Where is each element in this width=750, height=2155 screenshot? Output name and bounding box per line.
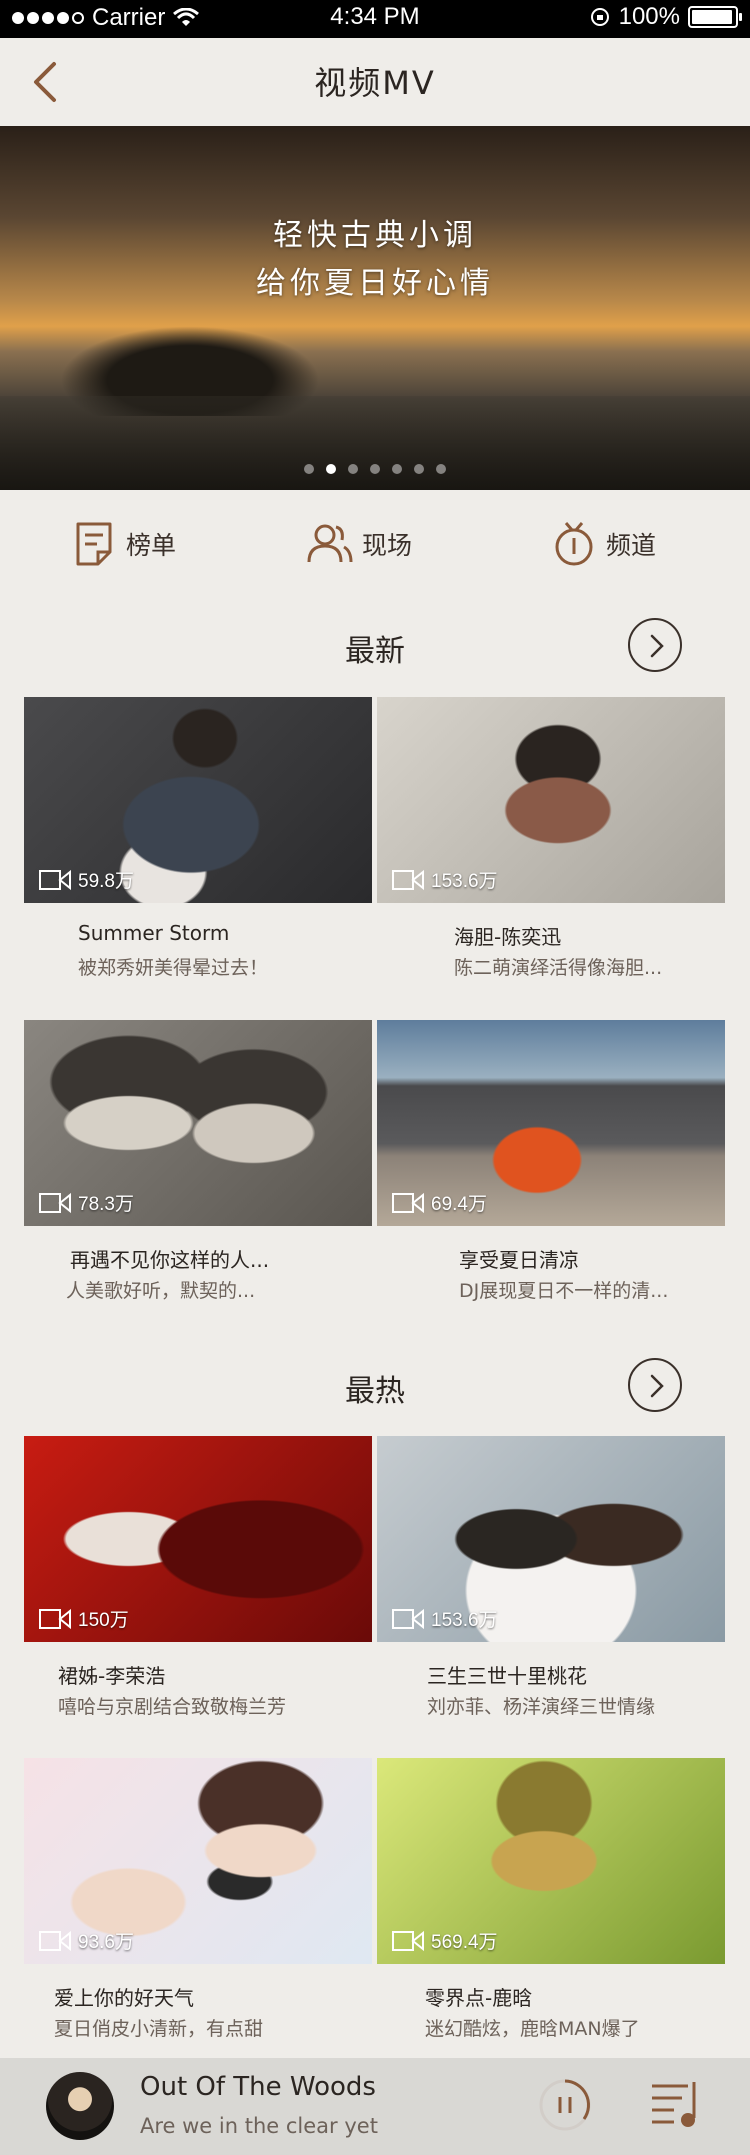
view-count: 153.6万 (391, 1605, 498, 1632)
video-camera-icon (392, 1192, 424, 1213)
now-playing-title: Out Of The Woods (140, 2072, 376, 2102)
carousel-dot[interactable] (348, 464, 358, 474)
view-count-label: 150万 (78, 1610, 129, 1631)
section-hottest-header: 最热 (0, 1354, 750, 1424)
category-live[interactable]: 现场 (306, 520, 412, 568)
video-title: 零界点-鹿晗 (425, 1986, 533, 2010)
chart-list-icon (76, 522, 112, 566)
view-count-label: 93.6万 (78, 1932, 134, 1953)
battery-label: 100% (618, 3, 680, 30)
video-thumbnail: 78.3万 (24, 1020, 372, 1226)
view-count: 93.6万 (38, 1927, 134, 1954)
video-title: 爱上你的好天气 (54, 1986, 194, 2010)
video-thumbnail: 59.8万 (24, 697, 372, 903)
video-card[interactable]: 153.6万 海胆-陈奕迅 陈二萌演绎活得像海胆... (377, 697, 725, 979)
battery-icon (688, 6, 742, 28)
mini-player[interactable]: Out Of The Woods Are we in the clear yet (0, 2058, 750, 2155)
carousel-dot[interactable] (436, 464, 446, 474)
carousel-dot[interactable] (392, 464, 402, 474)
banner-caption: 轻快古典小调 给你夏日好心情 (0, 212, 750, 308)
status-bar: Carrier 4:34 PM 100% (0, 0, 750, 38)
category-live-label: 现场 (362, 531, 413, 560)
people-icon (307, 524, 353, 563)
playlist-button[interactable] (648, 2078, 706, 2132)
video-camera-icon (392, 869, 424, 890)
carousel-dot[interactable] (370, 464, 380, 474)
video-title: 裙姊-李荣浩 (58, 1664, 166, 1688)
view-count: 69.4万 (391, 1189, 487, 1216)
video-subtitle: 夏日俏皮小清新，有点甜 (54, 2018, 264, 2040)
video-card[interactable]: 153.6万 三生三世十里桃花 刘亦菲、杨洋演绎三世情缘 (377, 1436, 725, 1718)
pause-button[interactable] (538, 2078, 592, 2132)
video-title: Summer Storm (78, 921, 230, 945)
status-bar-right: 100% (589, 3, 742, 31)
video-camera-icon (39, 1930, 71, 1951)
view-count: 569.4万 (391, 1927, 498, 1954)
category-channel[interactable]: 频道 (550, 520, 656, 568)
category-nav: 榜单 现场 频道 (0, 490, 750, 600)
video-card[interactable]: 78.3万 再遇不见你这样的人... 人美歌好听，默契的... (24, 1020, 372, 1302)
view-count-label: 569.4万 (431, 1932, 498, 1953)
view-count-label: 69.4万 (431, 1194, 487, 1215)
video-thumbnail: 69.4万 (377, 1020, 725, 1226)
view-count: 150万 (38, 1605, 129, 1632)
carousel-indicator (0, 459, 750, 478)
carousel-dot[interactable] (326, 464, 336, 474)
view-count: 59.8万 (38, 866, 134, 893)
video-subtitle: 嘻哈与京剧结合致敬梅兰芳 (58, 1696, 287, 1718)
video-camera-icon (392, 1930, 424, 1951)
video-camera-icon (39, 1192, 71, 1213)
video-title: 享受夏日清凉 (459, 1248, 579, 1272)
view-count: 78.3万 (38, 1189, 134, 1216)
video-thumbnail: 93.6万 (24, 1758, 372, 1964)
video-camera-icon (392, 1608, 424, 1629)
video-subtitle: 人美歌好听，默契的... (66, 1280, 256, 1302)
view-count-label: 153.6万 (431, 1610, 498, 1631)
playlist-icon (652, 2082, 696, 2127)
section-latest-header: 最新 (0, 614, 750, 684)
video-thumbnail: 153.6万 (377, 697, 725, 903)
category-ranking[interactable]: 榜单 (70, 520, 176, 568)
video-thumbnail: 150万 (24, 1436, 372, 1642)
banner-line-1: 轻快古典小调 (273, 218, 477, 253)
video-thumbnail: 153.6万 (377, 1436, 725, 1642)
video-subtitle: 陈二萌演绎活得像海胆... (454, 957, 663, 979)
video-subtitle: DJ展现夏日不一样的清... (459, 1280, 669, 1302)
album-cover[interactable] (46, 2072, 114, 2140)
chevron-right-icon (650, 1374, 664, 1398)
video-subtitle: 被郑秀妍美得晕过去！ (78, 957, 269, 979)
latest-more-button[interactable] (628, 618, 682, 672)
video-thumbnail: 569.4万 (377, 1758, 725, 1964)
carousel-dot[interactable] (304, 464, 314, 474)
tv-channel-icon (555, 522, 593, 566)
page-title: 视频MV (314, 64, 436, 102)
video-title: 再遇不见你这样的人... (70, 1248, 270, 1272)
video-title: 海胆-陈奕迅 (454, 925, 562, 949)
view-count-label: 59.8万 (78, 871, 134, 892)
video-card[interactable]: 93.6万 爱上你的好天气 夏日俏皮小清新，有点甜 (24, 1758, 372, 2040)
now-playing-subtitle: Are we in the clear yet (140, 2114, 378, 2138)
video-camera-icon (39, 869, 71, 890)
video-card[interactable]: 569.4万 零界点-鹿晗 迷幻酷炫，鹿晗MAN爆了 (377, 1758, 725, 2040)
view-count: 153.6万 (391, 866, 498, 893)
video-subtitle: 迷幻酷炫，鹿晗MAN爆了 (425, 2018, 640, 2040)
category-ranking-label: 榜单 (126, 531, 177, 560)
view-count-label: 78.3万 (78, 1194, 134, 1215)
video-card[interactable]: 150万 裙姊-李荣浩 嘻哈与京剧结合致敬梅兰芳 (24, 1436, 372, 1718)
video-camera-icon (39, 1608, 71, 1629)
rotation-lock-icon (590, 8, 609, 26)
chevron-right-icon (650, 634, 664, 658)
view-count-label: 153.6万 (431, 871, 498, 892)
video-title: 三生三世十里桃花 (427, 1664, 587, 1688)
category-channel-label: 频道 (606, 531, 657, 560)
nav-bar: 视频MV (0, 38, 750, 126)
hottest-more-button[interactable] (628, 1358, 682, 1412)
video-subtitle: 刘亦菲、杨洋演绎三世情缘 (427, 1696, 656, 1718)
banner-line-2: 给你夏日好心情 (256, 266, 494, 301)
carousel-dot[interactable] (414, 464, 424, 474)
video-card[interactable]: 69.4万 享受夏日清凉 DJ展现夏日不一样的清... (377, 1020, 725, 1302)
video-card[interactable]: 59.8万 Summer Storm 被郑秀妍美得晕过去！ (24, 697, 372, 979)
banner-carousel[interactable]: 轻快古典小调 给你夏日好心情 (0, 126, 750, 490)
pause-icon (539, 2079, 591, 2131)
